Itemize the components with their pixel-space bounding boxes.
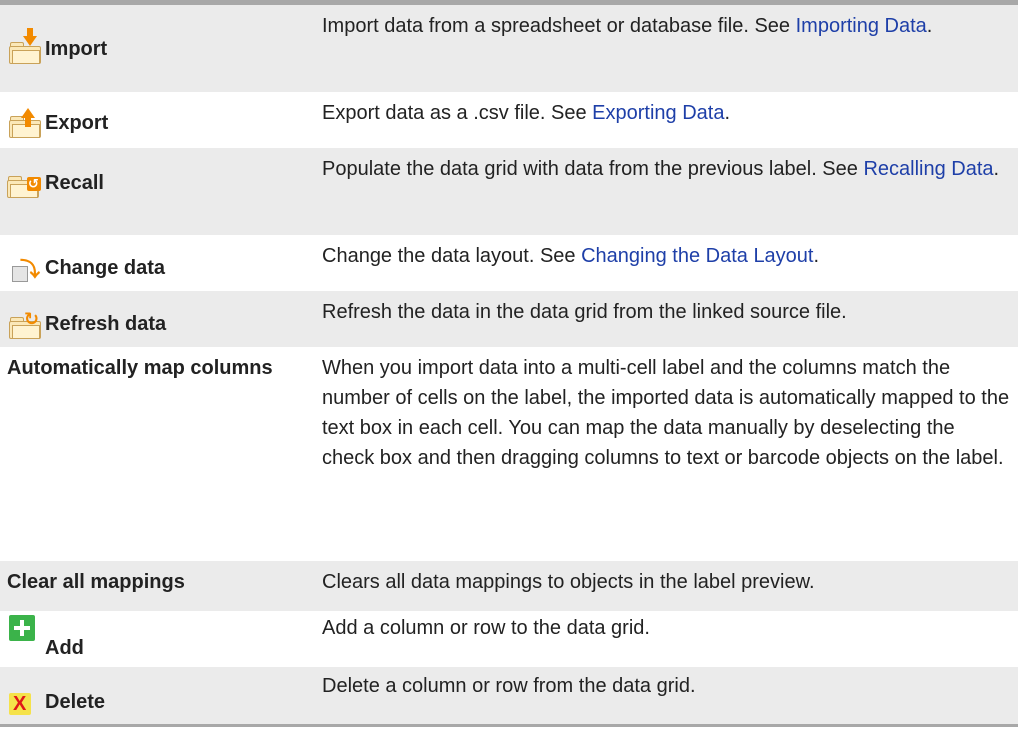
option-name-cell: Automatically map columns [0, 347, 317, 383]
option-description: Populate the data grid with data from th… [322, 158, 1000, 180]
option-name: Add [45, 637, 84, 659]
table-row-import: Import Import data from a spreadsheet or… [0, 5, 1018, 92]
change-data-icon: ⤵ [7, 253, 43, 283]
refresh-data-icon: ↻ [7, 309, 43, 339]
options-table: Import Import data from a spreadsheet or… [0, 0, 1018, 727]
table-row-recall: Recall Populate the data grid with data … [0, 148, 1018, 235]
table-row-delete: Delete Delete a column or row from the d… [0, 667, 1018, 724]
option-name: Automatically map columns [7, 357, 273, 379]
option-name-cell: Recall [0, 148, 317, 198]
option-name-cell: ↻ Refresh data [0, 291, 317, 339]
recall-icon [7, 168, 43, 198]
add-icon [7, 613, 43, 643]
delete-icon [7, 687, 43, 717]
option-name-cell: Add [0, 611, 317, 663]
option-description: When you import data into a multi-cell l… [322, 357, 1010, 469]
table-row-export: Export Export data as a .csv file. See E… [0, 92, 1018, 148]
table-row-add: Add Add a column or row to the data grid… [0, 611, 1018, 667]
option-name: Refresh data [45, 313, 167, 335]
option-name: Import [45, 38, 108, 60]
option-description: Import data from a spreadsheet or databa… [322, 15, 933, 37]
recalling-data-link[interactable]: Recalling Data [863, 158, 993, 180]
table-row-change-data: ⤵ Change data Change the data layout. Se… [0, 235, 1018, 291]
option-name: Export [45, 112, 109, 134]
table-row-clear-mappings: Clear all mappings Clears all data mappi… [0, 561, 1018, 611]
importing-data-link[interactable]: Importing Data [796, 15, 927, 37]
import-icon [7, 28, 43, 64]
option-description: Clears all data mappings to objects in t… [322, 571, 815, 593]
option-description: Export data as a .csv file. See Exportin… [322, 102, 730, 124]
table-row-refresh-data: ↻ Refresh data Refresh the data in the d… [0, 291, 1018, 347]
option-description: Refresh the data in the data grid from t… [322, 301, 847, 323]
option-name: Delete [45, 691, 106, 713]
option-name: Change data [45, 257, 166, 279]
table-row-auto-map: Automatically map columns When you impor… [0, 347, 1018, 561]
export-icon [7, 108, 43, 138]
option-name-cell: ⤵ Change data [0, 235, 317, 283]
option-description: Delete a column or row from the data gri… [322, 675, 696, 697]
option-name-cell: Export [0, 92, 317, 138]
option-name-cell: Delete [0, 667, 317, 717]
option-description: Change the data layout. See Changing the… [322, 245, 820, 267]
option-name-cell: Clear all mappings [0, 561, 317, 597]
changing-data-layout-link[interactable]: Changing the Data Layout [581, 245, 813, 267]
option-name: Clear all mappings [7, 571, 185, 593]
option-name-cell: Import [0, 5, 317, 64]
exporting-data-link[interactable]: Exporting Data [592, 102, 724, 124]
option-name: Recall [45, 172, 104, 194]
option-description: Add a column or row to the data grid. [322, 617, 650, 639]
